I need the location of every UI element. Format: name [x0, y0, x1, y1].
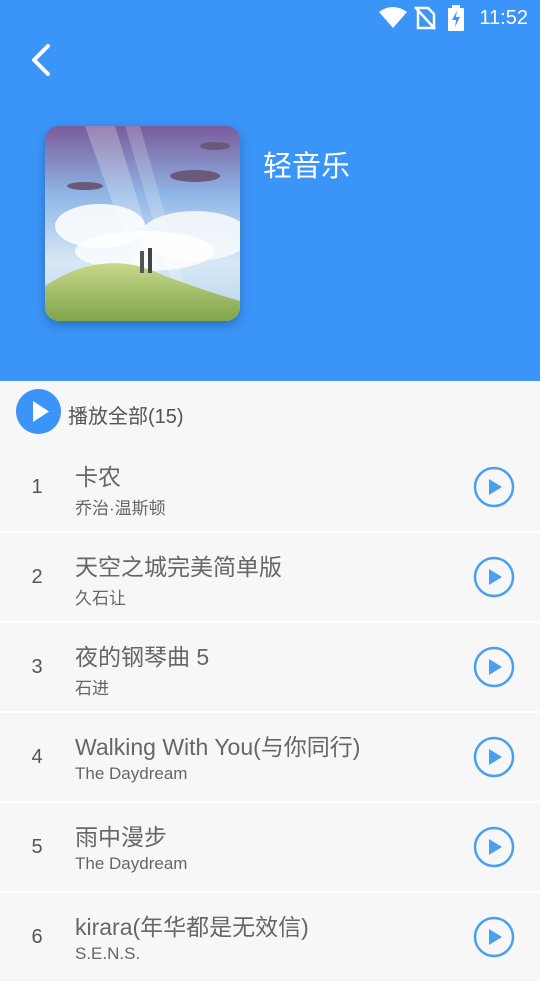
play-icon[interactable]	[472, 825, 516, 869]
song-title: 雨中漫步	[75, 824, 167, 850]
play-circle-icon[interactable]	[16, 389, 61, 434]
play-icon[interactable]	[472, 645, 516, 689]
song-artist: The Daydream	[75, 764, 188, 783]
song-row[interactable]: 1 卡农 乔治·温斯顿	[0, 443, 540, 533]
song-index: 3	[31, 656, 43, 678]
play-all-label: 播放全部(15)	[68, 406, 184, 428]
song-artist: 石进	[75, 679, 109, 698]
song-title: Walking With You(与你同行)	[75, 734, 361, 760]
status-bar: 11:52	[0, 0, 540, 36]
song-row[interactable]: 5 雨中漫步 The Daydream	[0, 803, 540, 893]
song-artist: 久石让	[75, 589, 126, 608]
song-row[interactable]: 6 kirara(年华都是无效信) S.E.N.S.	[0, 893, 540, 983]
play-icon[interactable]	[472, 465, 516, 509]
no-sim-icon	[414, 6, 436, 30]
song-artist: 乔治·温斯顿	[75, 499, 166, 518]
song-artist: S.E.N.S.	[75, 944, 141, 963]
song-row[interactable]: 4 Walking With You(与你同行) The Daydream	[0, 713, 540, 803]
wifi-icon	[379, 7, 407, 28]
song-title: 夜的钢琴曲 5	[75, 644, 210, 670]
song-title: 卡农	[75, 464, 121, 490]
playlist-header: 11:52 轻音乐	[0, 0, 540, 381]
play-icon[interactable]	[472, 555, 516, 599]
battery-charging-icon	[448, 5, 464, 31]
play-all-button[interactable]: 播放全部(15)	[0, 381, 540, 443]
song-artist: The Daydream	[75, 854, 188, 873]
song-index: 4	[31, 746, 43, 768]
song-list: 1 卡农 乔治·温斯顿 2 天空之城完美简单版 久石让 3 夜的钢琴曲 5 石进…	[0, 443, 540, 983]
play-icon[interactable]	[472, 735, 516, 779]
song-title: 天空之城完美简单版	[75, 554, 282, 580]
playlist-title: 轻音乐	[263, 151, 351, 183]
song-index: 2	[31, 566, 43, 588]
playlist-cover-image	[45, 126, 240, 321]
play-icon[interactable]	[472, 915, 516, 959]
status-time: 11:52	[479, 7, 528, 29]
song-index: 1	[31, 476, 43, 498]
song-index: 6	[31, 926, 43, 948]
back-button[interactable]	[26, 40, 60, 80]
song-row[interactable]: 2 天空之城完美简单版 久石让	[0, 533, 540, 623]
song-row[interactable]: 3 夜的钢琴曲 5 石进	[0, 623, 540, 713]
song-index: 5	[31, 836, 43, 858]
song-title: kirara(年华都是无效信)	[75, 914, 309, 940]
